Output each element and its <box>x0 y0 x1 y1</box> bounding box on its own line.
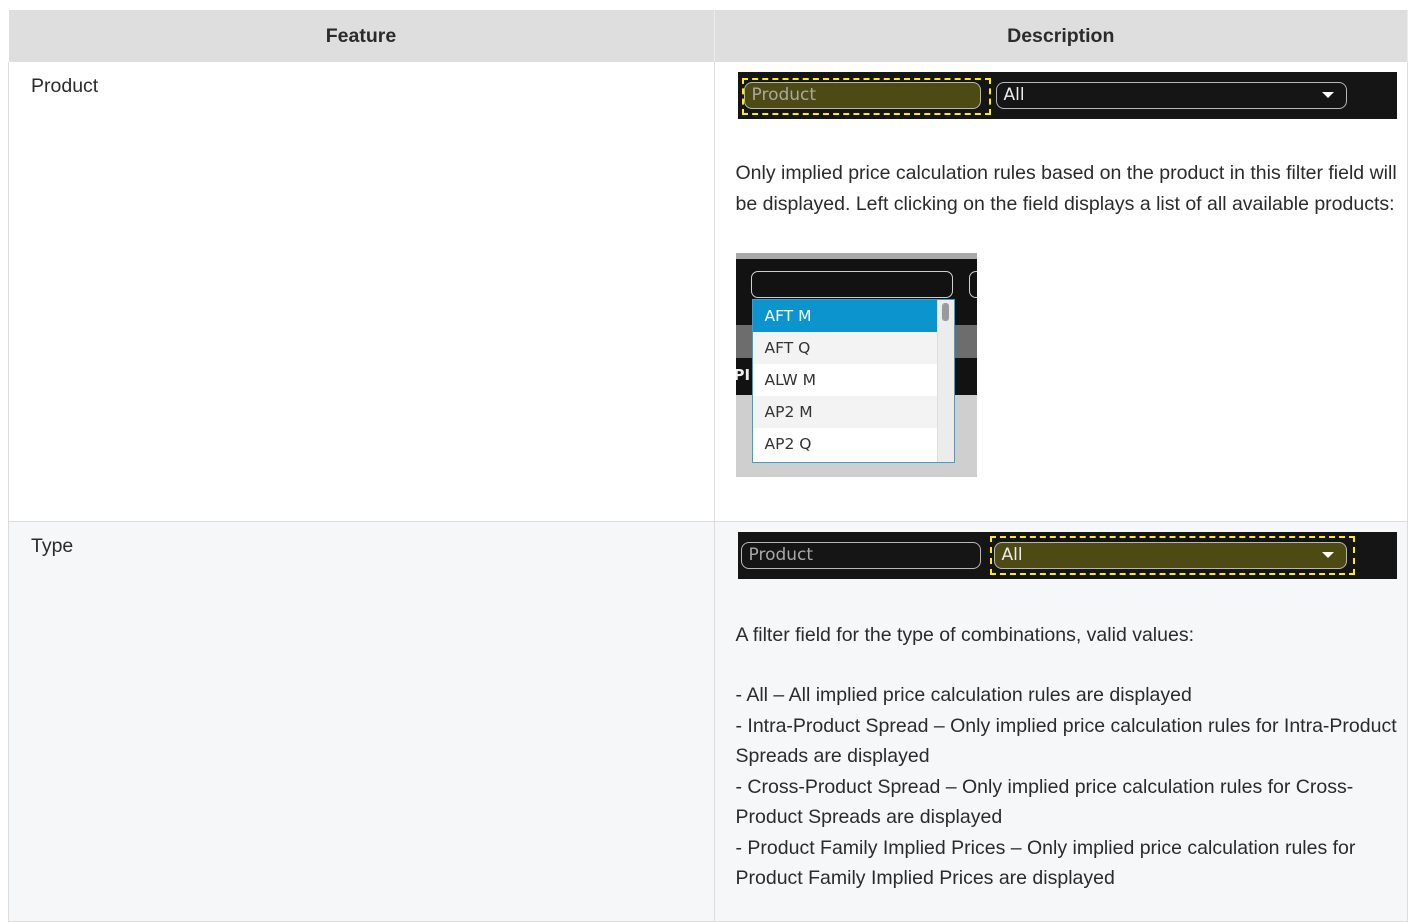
clipped-label: PI <box>735 366 751 384</box>
product-dropdown-screenshot: PI AFT M AFT Q ALW M AP2 M AP2 Q <box>735 253 977 477</box>
list-item[interactable]: AP2 Q <box>753 428 937 460</box>
list-item[interactable]: AP2 M <box>752 396 937 428</box>
product-list[interactable]: AFT M AFT Q ALW M AP2 M AP2 Q <box>751 299 955 463</box>
header-feature: Feature <box>8 10 715 62</box>
description-text: Only implied price calculation rules bas… <box>735 162 1397 215</box>
type-intro-text: A filter field for the type of combinati… <box>735 623 1195 646</box>
value-item: - All – All implied price calculation ru… <box>735 684 1192 706</box>
list-item[interactable]: AFT M <box>752 300 937 332</box>
table-row: Product Product All Only implied price c… <box>8 62 1408 522</box>
description-cell-type: Product All A filter field for the type … <box>713 521 1408 922</box>
description-cell-product: Product All Only implied price calculati… <box>713 62 1408 522</box>
filter-bar-screenshot: Product All <box>737 72 1397 119</box>
feature-table: Feature Description Product Product All … <box>8 10 1408 922</box>
header-description: Description <box>714 10 1408 62</box>
value-item: - Intra-Product Spread – Only implied pr… <box>735 714 1397 768</box>
type-filter-field[interactable]: All <box>995 82 1347 109</box>
dropdown-input-secondary <box>968 271 977 298</box>
list-item[interactable]: AFT Q <box>752 332 937 364</box>
scrollbar-thumb[interactable] <box>941 303 949 321</box>
highlight-box <box>741 78 991 115</box>
filter-bar-screenshot: Product All <box>737 531 1397 579</box>
table-row: Type Product All A filter field for the … <box>8 521 1408 922</box>
feature-cell-type: Type <box>8 521 715 922</box>
valid-values-list: - All – All implied price calculation ru… <box>736 680 1408 894</box>
dropdown-input[interactable] <box>750 271 953 298</box>
product-filter-field[interactable]: Product <box>740 541 981 569</box>
feature-cell-product: Product <box>8 62 715 522</box>
scrollbar[interactable] <box>936 300 954 462</box>
header-row: Feature Description <box>8 10 1408 62</box>
value-item: - Cross-Product Spread – Only implied pr… <box>735 775 1354 829</box>
value-item: - Product Family Implied Prices – Only i… <box>735 836 1356 890</box>
chevron-down-icon <box>1321 92 1334 98</box>
list-item[interactable]: ALW M <box>753 364 937 396</box>
highlight-box <box>989 535 1355 575</box>
type-filter-value: All <box>1003 85 1025 105</box>
